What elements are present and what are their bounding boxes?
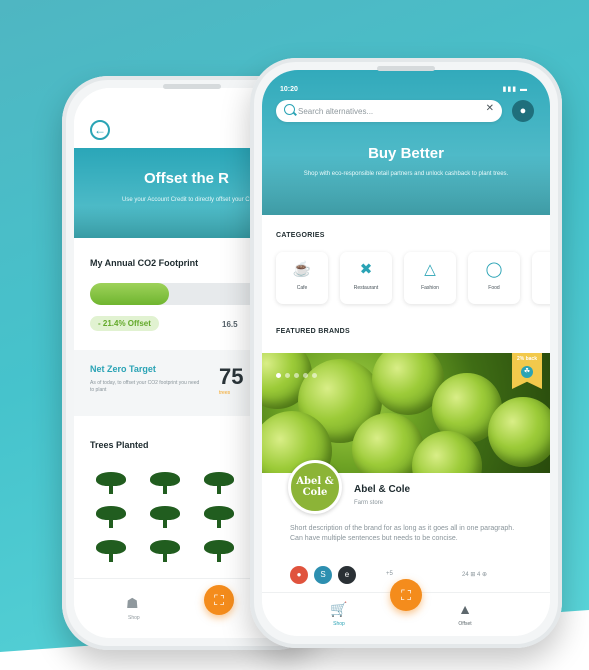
footprint-progress-fill xyxy=(90,283,170,305)
search-icon xyxy=(284,104,295,115)
hanger-icon: △ xyxy=(424,261,436,278)
tree-icon xyxy=(204,472,234,496)
net-zero-title: Net Zero Target xyxy=(90,364,156,374)
tree-icon xyxy=(96,472,126,496)
back-arrow-icon[interactable]: ← xyxy=(90,120,110,140)
brand-type: Farm store xyxy=(354,500,384,506)
category-food[interactable]: ◯ Food xyxy=(468,252,520,304)
nav-shop-label: Shop xyxy=(333,621,345,627)
tree-icon xyxy=(150,540,180,564)
tag-dark-icon: e xyxy=(338,566,356,584)
footprint-value: 16.5 xyxy=(222,320,238,329)
brand-logo[interactable]: Abel & Cole xyxy=(288,460,342,514)
tree-icon xyxy=(96,540,126,564)
cart-icon: 🛒 xyxy=(330,601,348,617)
category-label: Restaurant xyxy=(353,285,379,291)
brand-description: Short description of the brand for as lo… xyxy=(290,525,515,542)
tag-spacer xyxy=(362,566,380,584)
tree-icon xyxy=(204,540,234,564)
nav-shop[interactable]: 🛒 Shop xyxy=(324,601,354,627)
featured-brands-heading: FEATURED BRANDS xyxy=(276,328,350,335)
lime xyxy=(488,397,550,467)
buy-better-hero: 10:20 ▮▮▮ ▬ ✕ ● Buy Better Shop with eco… xyxy=(262,70,550,215)
net-zero-subtitle: As of today, to offset your CO2 footprin… xyxy=(90,380,200,393)
nav-offset-label: Offset xyxy=(458,621,472,627)
basket-icon[interactable]: ☗ xyxy=(126,595,139,612)
category-fashion[interactable]: △ Fashion xyxy=(404,252,456,304)
buy-better-title: Buy Better xyxy=(368,145,444,162)
profile-icon[interactable]: ● xyxy=(512,100,534,122)
brand-banner-image[interactable]: 2% back ☘ xyxy=(262,353,550,473)
footprint-title: My Annual CO2 Footprint xyxy=(90,258,199,268)
buy-better-subtitle: Shop with eco-responsible retail partner… xyxy=(303,171,509,177)
category-label: Cafe xyxy=(296,285,308,291)
carousel-dot[interactable] xyxy=(276,373,281,378)
tree-icon xyxy=(96,506,126,530)
category-more[interactable] xyxy=(532,252,550,304)
status-time: 10:20 xyxy=(280,86,298,93)
apple-icon: ◯ xyxy=(485,261,503,278)
leaf-icon: ☘ xyxy=(521,366,533,378)
tree-icon xyxy=(204,506,234,530)
clear-icon[interactable]: ✕ xyxy=(486,103,494,114)
categories-heading: CATEGORIES xyxy=(276,232,325,239)
tag-red-icon: ● xyxy=(290,566,308,584)
net-zero-value: 75 xyxy=(219,364,244,389)
front-phone: 10:20 ▮▮▮ ▬ ✕ ● Buy Better Shop with eco… xyxy=(250,58,562,648)
search-bar[interactable]: ✕ xyxy=(276,100,502,122)
categories-row: ☕ Cafe ✖ Restaurant △ Fashion ◯ Food xyxy=(276,252,550,304)
search-input[interactable] xyxy=(298,103,478,119)
carousel-dot[interactable] xyxy=(294,373,299,378)
brand-meta: 24 ⊞ 4 ⊕ xyxy=(462,572,488,578)
tag-blue-icon: S xyxy=(314,566,332,584)
coffee-icon: ☕ xyxy=(292,261,312,278)
cutlery-icon: ✖ xyxy=(359,261,373,278)
category-restaurant[interactable]: ✖ Restaurant xyxy=(340,252,392,304)
net-zero-unit: trees xyxy=(219,390,231,396)
tags-more: +5 xyxy=(386,571,393,577)
tree-icon xyxy=(150,472,180,496)
tree-icon xyxy=(150,506,180,530)
brand-name[interactable]: Abel & Cole xyxy=(354,484,410,495)
category-cafe[interactable]: ☕ Cafe xyxy=(276,252,328,304)
scan-button[interactable]: ⛶ xyxy=(390,579,422,611)
scan-button[interactable]: ⛶ xyxy=(204,585,234,615)
offset-badge: - 21.4% Offset xyxy=(90,316,159,331)
speaker-notch xyxy=(163,84,221,89)
nav-shop-label: Shop xyxy=(128,615,140,621)
category-label: Fashion xyxy=(421,285,439,291)
nav-offset[interactable]: ▲ Offset xyxy=(450,601,480,627)
offset-hero-title: Offset the R xyxy=(144,170,230,187)
category-label: Food xyxy=(488,285,500,291)
bottom-nav: 🛒 Shop ⛶ ▲ Offset xyxy=(262,579,550,636)
speaker-notch xyxy=(377,66,435,71)
ribbon-label: 2% back xyxy=(516,356,537,362)
carousel-dot[interactable] xyxy=(303,373,308,378)
trees-planted-title: Trees Planted xyxy=(90,440,149,450)
tree-icon: ▲ xyxy=(458,601,472,617)
carousel-dot[interactable] xyxy=(285,373,290,378)
carousel-dots[interactable] xyxy=(276,365,321,383)
buy-better-screen: 10:20 ▮▮▮ ▬ ✕ ● Buy Better Shop with eco… xyxy=(262,70,550,636)
palm-silhouette xyxy=(262,155,550,215)
cashback-ribbon: 2% back ☘ xyxy=(512,353,542,389)
carousel-dot[interactable] xyxy=(312,373,317,378)
signal-battery-icon: ▮▮▮ ▬ xyxy=(502,86,528,93)
